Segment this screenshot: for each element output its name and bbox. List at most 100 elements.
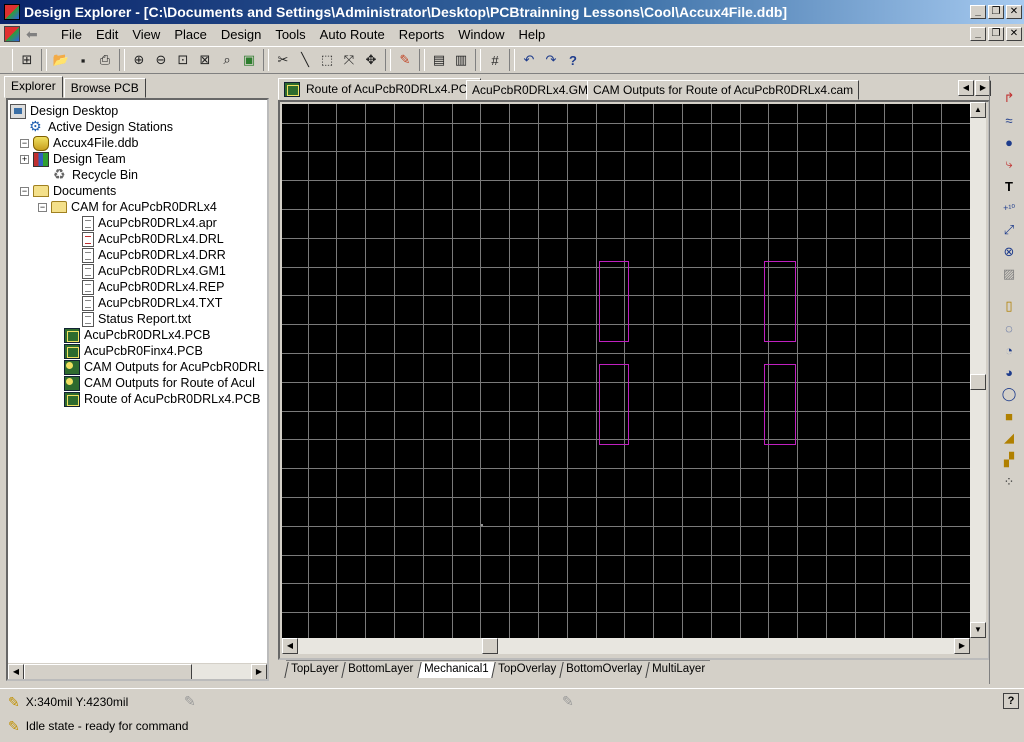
menu-place[interactable]: Place xyxy=(167,27,214,42)
save-icon[interactable]: ▪ xyxy=(72,49,94,71)
layer-tab-bottomlayer[interactable]: BottomLayer xyxy=(341,661,420,678)
collapse-icon[interactable]: − xyxy=(20,138,29,148)
library-icon[interactable]: ▤ xyxy=(428,49,450,71)
open-icon[interactable]: 📂 xyxy=(50,49,72,71)
undo-icon[interactable]: ↶ xyxy=(518,49,540,71)
vertical-scrollbar[interactable]: ▲ ▼ xyxy=(970,102,986,638)
zoom-area-icon[interactable]: ⊡ xyxy=(172,49,194,71)
doc-minimize-button[interactable]: _ xyxy=(970,27,986,41)
tree-item[interactable]: CAM Outputs for Route of Acul xyxy=(64,375,255,391)
scroll-down-icon[interactable]: ▼ xyxy=(970,622,986,638)
minimize-button[interactable]: _ xyxy=(970,5,986,19)
place-room-icon[interactable]: ▯ xyxy=(998,296,1020,316)
interactive-route-icon[interactable]: ↱ xyxy=(998,88,1020,108)
scroll-right-icon[interactable]: ▶ xyxy=(251,664,267,679)
tree-item[interactable]: − Documents xyxy=(20,183,116,199)
tree-item[interactable]: − Accux4File.ddb xyxy=(20,135,138,151)
menu-window[interactable]: Window xyxy=(451,27,511,42)
tab-browse-pcb[interactable]: Browse PCB xyxy=(63,78,146,98)
app-icon[interactable] xyxy=(4,4,20,20)
layer-tab-multilayer[interactable]: MultiLayer xyxy=(645,661,712,678)
cut-icon[interactable]: ✂ xyxy=(272,49,294,71)
place-track-icon[interactable]: ≈ xyxy=(998,110,1020,130)
place-dimension-icon[interactable]: ⤢ xyxy=(998,220,1020,240)
doc-tab-cam-outputs[interactable]: CAM Outputs for Route of AcuPcbR0DRLx4.c… xyxy=(587,80,860,100)
place-fill-icon[interactable]: ▨ xyxy=(998,264,1020,284)
vertical-scroll-thumb[interactable] xyxy=(970,374,986,390)
layer-tab-toplayer[interactable]: TopLayer xyxy=(284,661,345,678)
horizontal-scroll-thumb[interactable] xyxy=(482,638,498,654)
line-tool-icon[interactable]: ╲ xyxy=(294,49,316,71)
tree-item[interactable]: Route of AcuPcbR0DRLx4.PCB xyxy=(64,391,260,407)
menu-help[interactable]: Help xyxy=(512,27,553,42)
scroll-left-icon[interactable]: ◀ xyxy=(282,638,298,654)
tree-item[interactable]: + Design Team xyxy=(20,151,126,167)
expand-icon[interactable]: + xyxy=(20,154,29,164)
scroll-right-icon[interactable]: ▶ xyxy=(954,638,970,654)
menu-file[interactable]: File xyxy=(54,27,89,42)
tree-item[interactable]: AcuPcbR0DRLx4.TXT xyxy=(82,295,222,311)
zoom-last-icon[interactable]: ⌕ xyxy=(216,49,238,71)
menu-view[interactable]: View xyxy=(125,27,167,42)
place-pad-icon[interactable]: ● xyxy=(998,132,1020,152)
design-manager-icon[interactable]: ⊞ xyxy=(16,49,38,71)
tree-item[interactable]: Design Desktop xyxy=(10,103,118,119)
tree-horizontal-scrollbar[interactable]: ◀ ▶ xyxy=(8,663,267,679)
place-string-icon[interactable]: T xyxy=(998,176,1020,196)
collapse-icon[interactable]: − xyxy=(20,186,29,196)
tree-item[interactable]: CAM Outputs for AcuPcbR0DRL xyxy=(64,359,264,375)
menu-design[interactable]: Design xyxy=(214,27,268,42)
menu-auto-route[interactable]: Auto Route xyxy=(313,27,392,42)
restore-button[interactable]: ❐ xyxy=(988,5,1004,19)
scroll-up-icon[interactable]: ▲ xyxy=(970,102,986,118)
move-icon[interactable]: ✥ xyxy=(360,49,382,71)
tree-item[interactable]: AcuPcbR0Finx4.PCB xyxy=(64,343,203,359)
back-arrow-icon[interactable]: ⬅ xyxy=(26,26,48,43)
pcb-canvas[interactable] xyxy=(282,104,970,640)
scroll-left-icon[interactable]: ◀ xyxy=(8,664,24,679)
place-component-icon[interactable]: ⊗ xyxy=(998,242,1020,262)
place-via-icon[interactable]: ⤷ xyxy=(998,154,1020,174)
tab-explorer[interactable]: Explorer xyxy=(4,76,63,98)
grid-icon[interactable]: # xyxy=(484,49,506,71)
context-help-icon[interactable]: ? xyxy=(1003,693,1019,709)
menu-tools[interactable]: Tools xyxy=(268,27,312,42)
place-polygon-icon[interactable]: ◢ xyxy=(998,428,1020,448)
zoom-in-icon[interactable]: ⊕ xyxy=(128,49,150,71)
arc-edge-icon[interactable]: ◔ xyxy=(998,340,1020,360)
arc-any-angle-icon[interactable]: ◕ xyxy=(998,362,1020,382)
print-icon[interactable]: ⎙ xyxy=(94,49,116,71)
deselect-icon[interactable]: ⤧ xyxy=(338,49,360,71)
array-paste-icon[interactable]: ⁘ xyxy=(998,472,1020,492)
redo-icon[interactable]: ↷ xyxy=(540,49,562,71)
collapse-icon[interactable]: − xyxy=(38,202,47,212)
doc-restore-button[interactable]: ❐ xyxy=(988,27,1004,41)
horizontal-scrollbar[interactable]: ◀ ▶ xyxy=(282,638,970,654)
tree-item[interactable]: AcuPcbR0DRLx4.REP xyxy=(82,279,224,295)
pencil-icon[interactable]: ✎ xyxy=(394,49,416,71)
document-system-icon[interactable] xyxy=(4,26,20,42)
menu-reports[interactable]: Reports xyxy=(392,27,452,42)
tree-item[interactable]: AcuPcbR0DRLx4.PCB xyxy=(64,327,210,343)
arc-center-icon[interactable]: ◌ xyxy=(998,318,1020,338)
select-area-icon[interactable]: ⬚ xyxy=(316,49,338,71)
doc-tab-gm1[interactable]: AcuPcbR0DRLx4.GM1 xyxy=(466,80,601,100)
tree-item[interactable]: Active Design Stations xyxy=(28,118,173,135)
tree-item[interactable]: AcuPcbR0DRLx4.apr xyxy=(82,215,217,231)
tree-item[interactable]: AcuPcbR0DRLx4.DRL xyxy=(82,231,224,247)
layer-tab-topoverlay[interactable]: TopOverlay xyxy=(491,661,562,678)
tree-item[interactable]: − CAM for AcuPcbR0DRLx4 xyxy=(38,199,217,215)
doc-close-button[interactable]: ✕ xyxy=(1006,27,1022,41)
close-button[interactable]: ✕ xyxy=(1006,5,1022,19)
tree-item[interactable]: AcuPcbR0DRLx4.GM1 xyxy=(82,263,226,279)
split-plane-icon[interactable]: ▞ xyxy=(998,450,1020,470)
menu-edit[interactable]: Edit xyxy=(89,27,125,42)
board-3d-icon[interactable]: ▣ xyxy=(238,49,260,71)
place-rectangle-fill-icon[interactable]: ■ xyxy=(998,406,1020,426)
layer-tab-bottomoverlay[interactable]: BottomOverlay xyxy=(559,661,649,678)
tree-item[interactable]: AcuPcbR0DRLx4.DRR xyxy=(82,247,226,263)
zoom-out-icon[interactable]: ⊖ xyxy=(150,49,172,71)
tab-scroll-left-icon[interactable]: ◀ xyxy=(958,80,974,96)
place-coordinate-icon[interactable]: +¹⁰ xyxy=(998,198,1020,218)
tree-item[interactable]: Recycle Bin xyxy=(52,166,138,183)
